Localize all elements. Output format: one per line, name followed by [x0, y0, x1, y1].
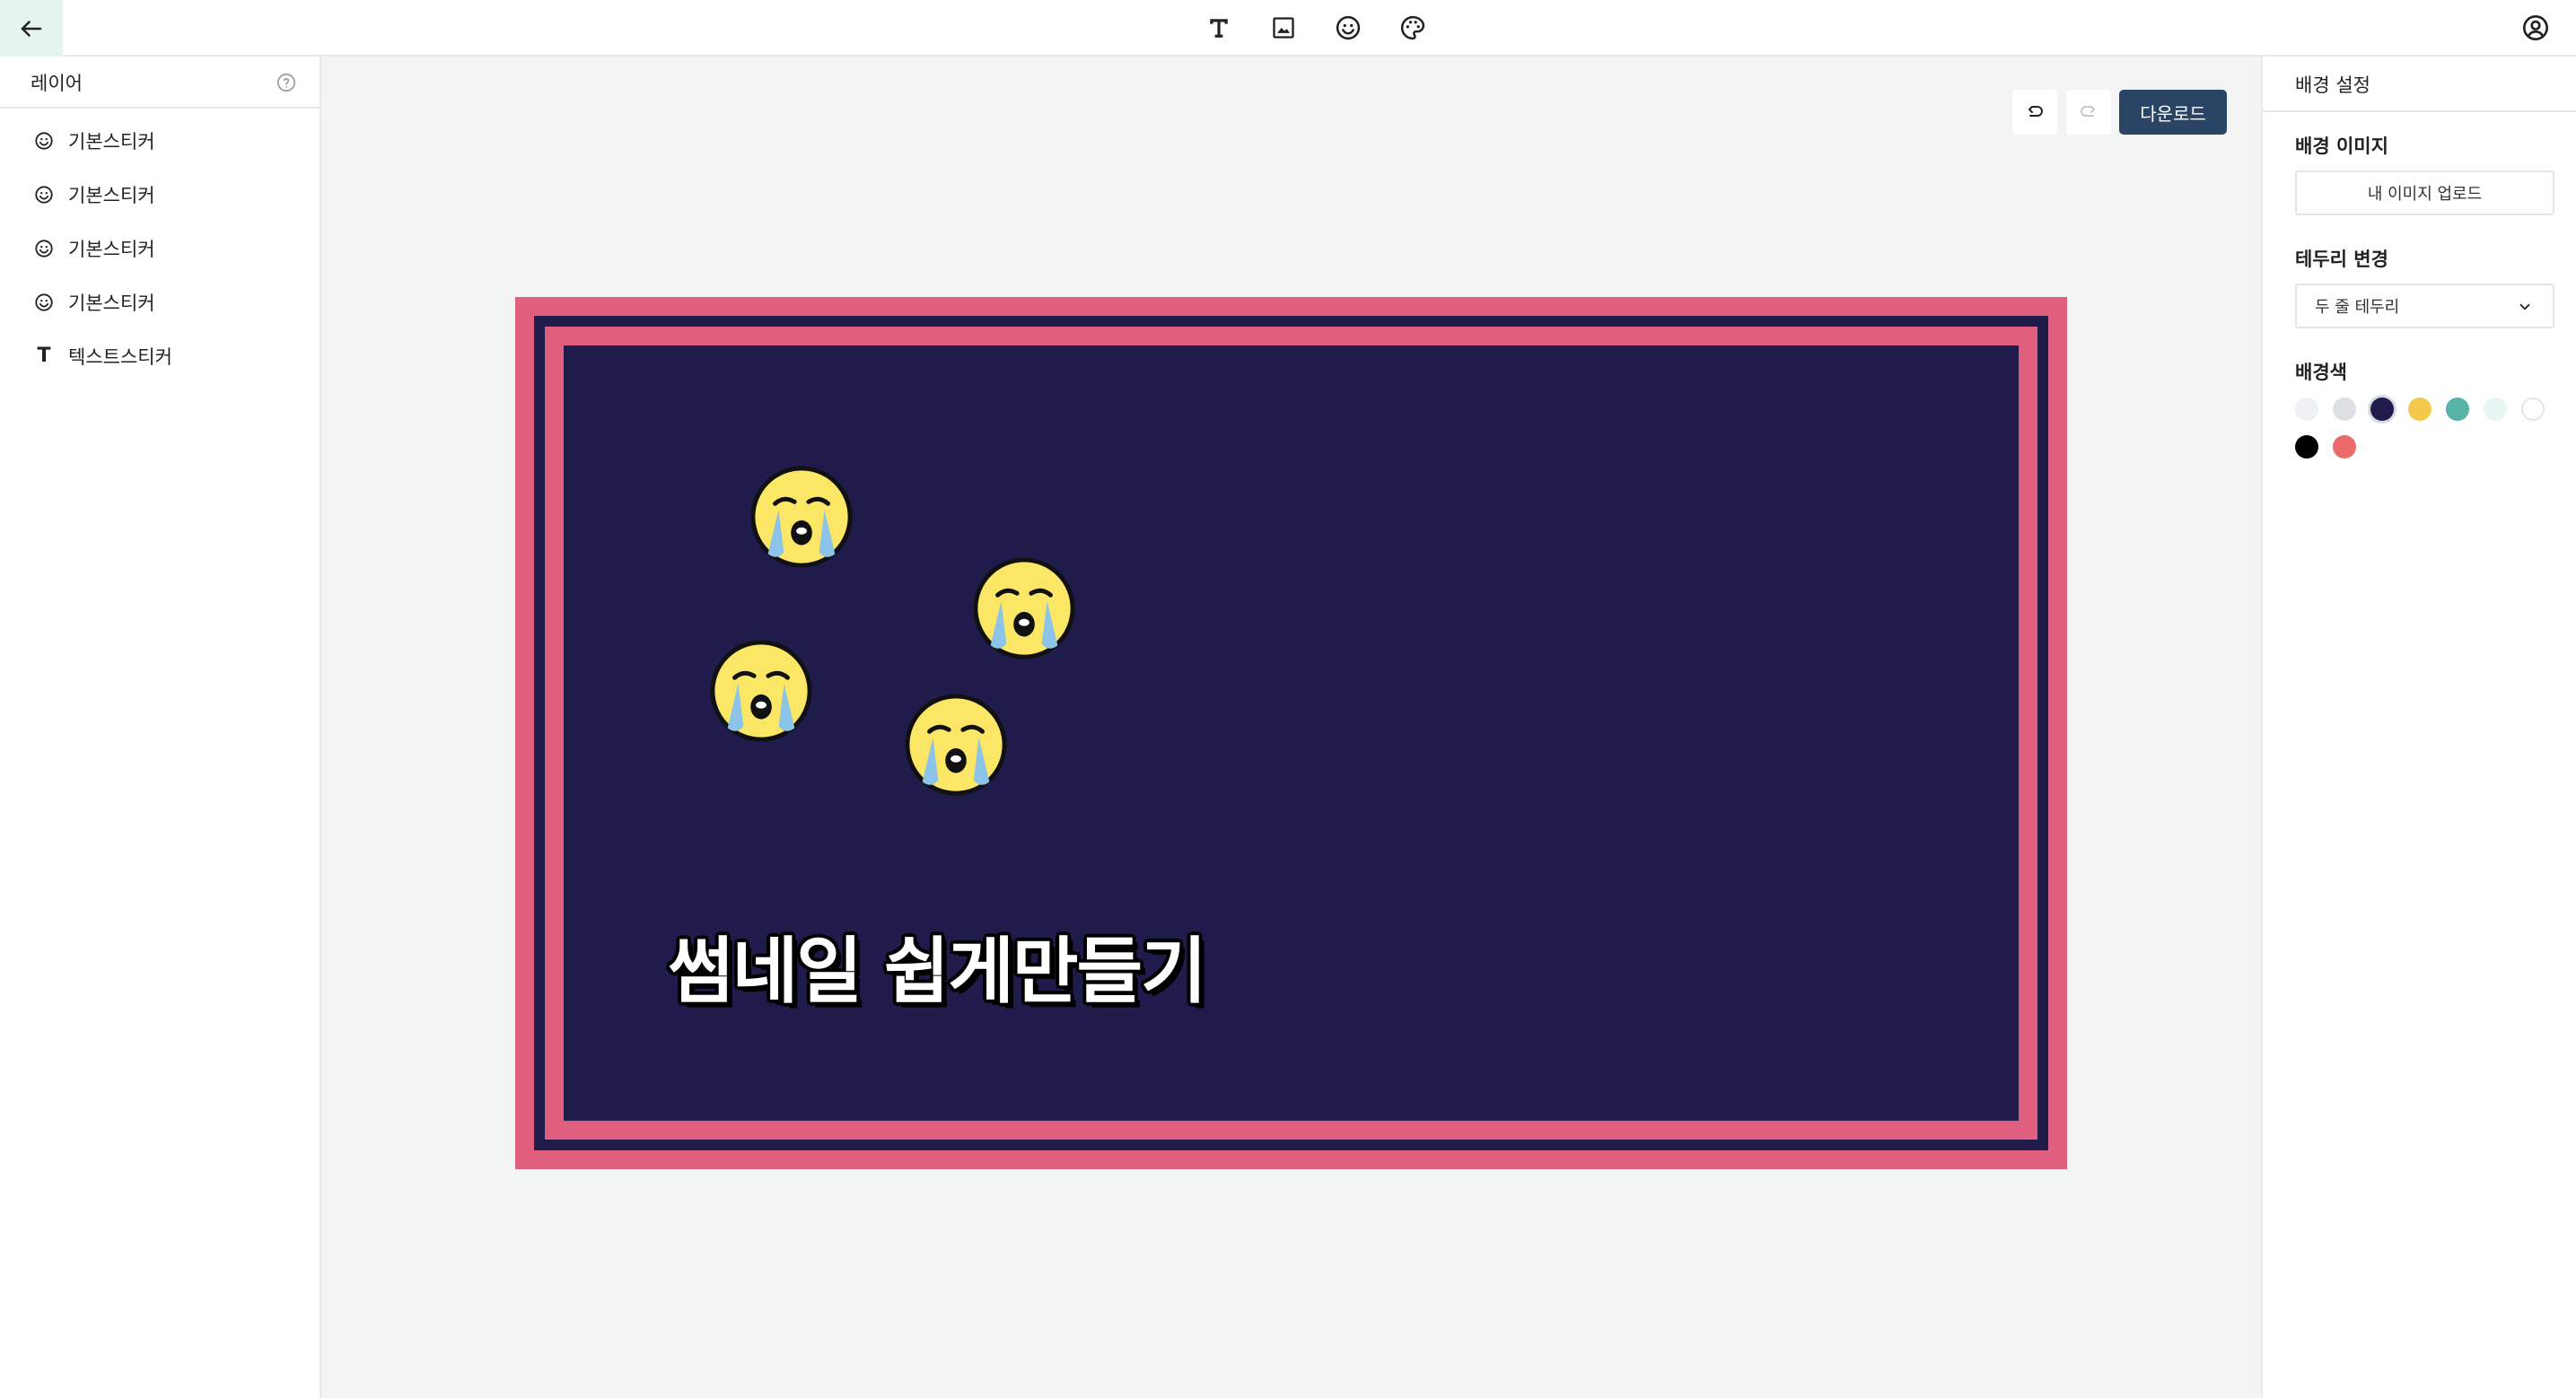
color-swatch[interactable]	[2521, 398, 2545, 421]
palette-tool-button[interactable]	[1392, 7, 1433, 48]
redo-button[interactable]	[2066, 90, 2111, 135]
layer-item-label: 기본스티커	[68, 293, 155, 314]
crying-face-sticker[interactable]	[903, 692, 1009, 798]
undo-icon	[2028, 106, 2043, 117]
user-circle-icon	[2523, 15, 2548, 40]
background-image-label: 배경 이미지	[2295, 135, 2388, 157]
arrow-left-icon	[21, 20, 42, 37]
smiley-icon	[1336, 15, 1361, 40]
crying-face-sticker[interactable]	[971, 555, 1077, 661]
layer-item[interactable]: T 텍스트스티커	[0, 329, 320, 383]
layer-panel-title: 레이어	[31, 73, 83, 94]
border-select-value: 두 줄 테두리	[2315, 298, 2400, 317]
settings-title: 배경 설정	[2295, 74, 2370, 96]
color-swatch-selected[interactable]	[2370, 398, 2394, 421]
redo-icon	[2081, 106, 2095, 117]
smiley-icon	[35, 240, 53, 258]
layer-item-label: 텍스트스티커	[68, 346, 172, 368]
color-swatch[interactable]	[2295, 435, 2318, 459]
layer-item[interactable]: 기본스티커	[0, 114, 320, 168]
color-swatch[interactable]	[2484, 398, 2507, 421]
text-tool-button[interactable]	[1198, 7, 1240, 48]
background-settings-panel: 배경 설정 배경 이미지 내 이미지 업로드 테두리 변경 두 줄 테두리 배경…	[2261, 57, 2576, 1398]
upload-image-button[interactable]: 내 이미지 업로드	[2295, 170, 2554, 215]
chevron-down-icon	[2519, 303, 2530, 310]
undo-button[interactable]	[2012, 90, 2057, 135]
image-icon	[1273, 17, 1294, 39]
crying-face-sticker[interactable]	[708, 638, 814, 744]
image-tool-button[interactable]	[1263, 7, 1304, 48]
smiley-icon	[35, 293, 53, 311]
help-icon[interactable]	[276, 73, 296, 92]
layer-panel-header: 레이어	[0, 57, 320, 109]
sticker-tool-button[interactable]	[1327, 7, 1369, 48]
tool-group	[1198, 7, 1433, 48]
layer-panel: 레이어 기본스티커 기본스티커 기본스티커 기본스티커 T 텍스트스티커	[0, 57, 321, 1398]
text-icon	[1210, 19, 1228, 38]
profile-button[interactable]	[2515, 7, 2556, 48]
layer-list: 기본스티커 기본스티커 기본스티커 기본스티커 T 텍스트스티커	[0, 109, 320, 383]
border-select[interactable]: 두 줄 테두리	[2295, 284, 2554, 328]
layer-item[interactable]: 기본스티커	[0, 275, 320, 329]
border-label: 테두리 변경	[2295, 249, 2388, 270]
thumbnail-canvas[interactable]: 썸네일 쉽게만들기	[515, 297, 2067, 1169]
top-toolbar	[0, 0, 2576, 57]
download-button[interactable]: 다운로드	[2119, 90, 2227, 135]
color-swatch[interactable]	[2333, 398, 2356, 421]
background-color-label: 배경색	[2295, 362, 2347, 383]
layer-item-label: 기본스티커	[68, 185, 155, 206]
palette-icon	[1400, 15, 1425, 40]
smiley-icon	[35, 132, 53, 150]
layer-item-label: 기본스티커	[68, 239, 155, 260]
canvas-area: 다운로드 썸네일 쉽게만들기	[321, 57, 2261, 1398]
crying-face-sticker[interactable]	[749, 464, 854, 570]
color-swatch[interactable]	[2408, 398, 2431, 421]
thumbnail-title-text[interactable]: 썸네일 쉽게만들기	[668, 913, 1207, 1018]
text-icon: T	[37, 345, 51, 367]
layer-item[interactable]: 기본스티커	[0, 168, 320, 222]
layer-item[interactable]: 기본스티커	[0, 222, 320, 275]
smiley-icon	[35, 186, 53, 204]
color-swatch[interactable]	[2333, 435, 2356, 459]
color-swatch[interactable]	[2446, 398, 2469, 421]
settings-header: 배경 설정	[2263, 57, 2576, 112]
back-button[interactable]	[0, 0, 63, 57]
color-swatch[interactable]	[2295, 398, 2318, 421]
layer-item-label: 기본스티커	[68, 131, 155, 153]
